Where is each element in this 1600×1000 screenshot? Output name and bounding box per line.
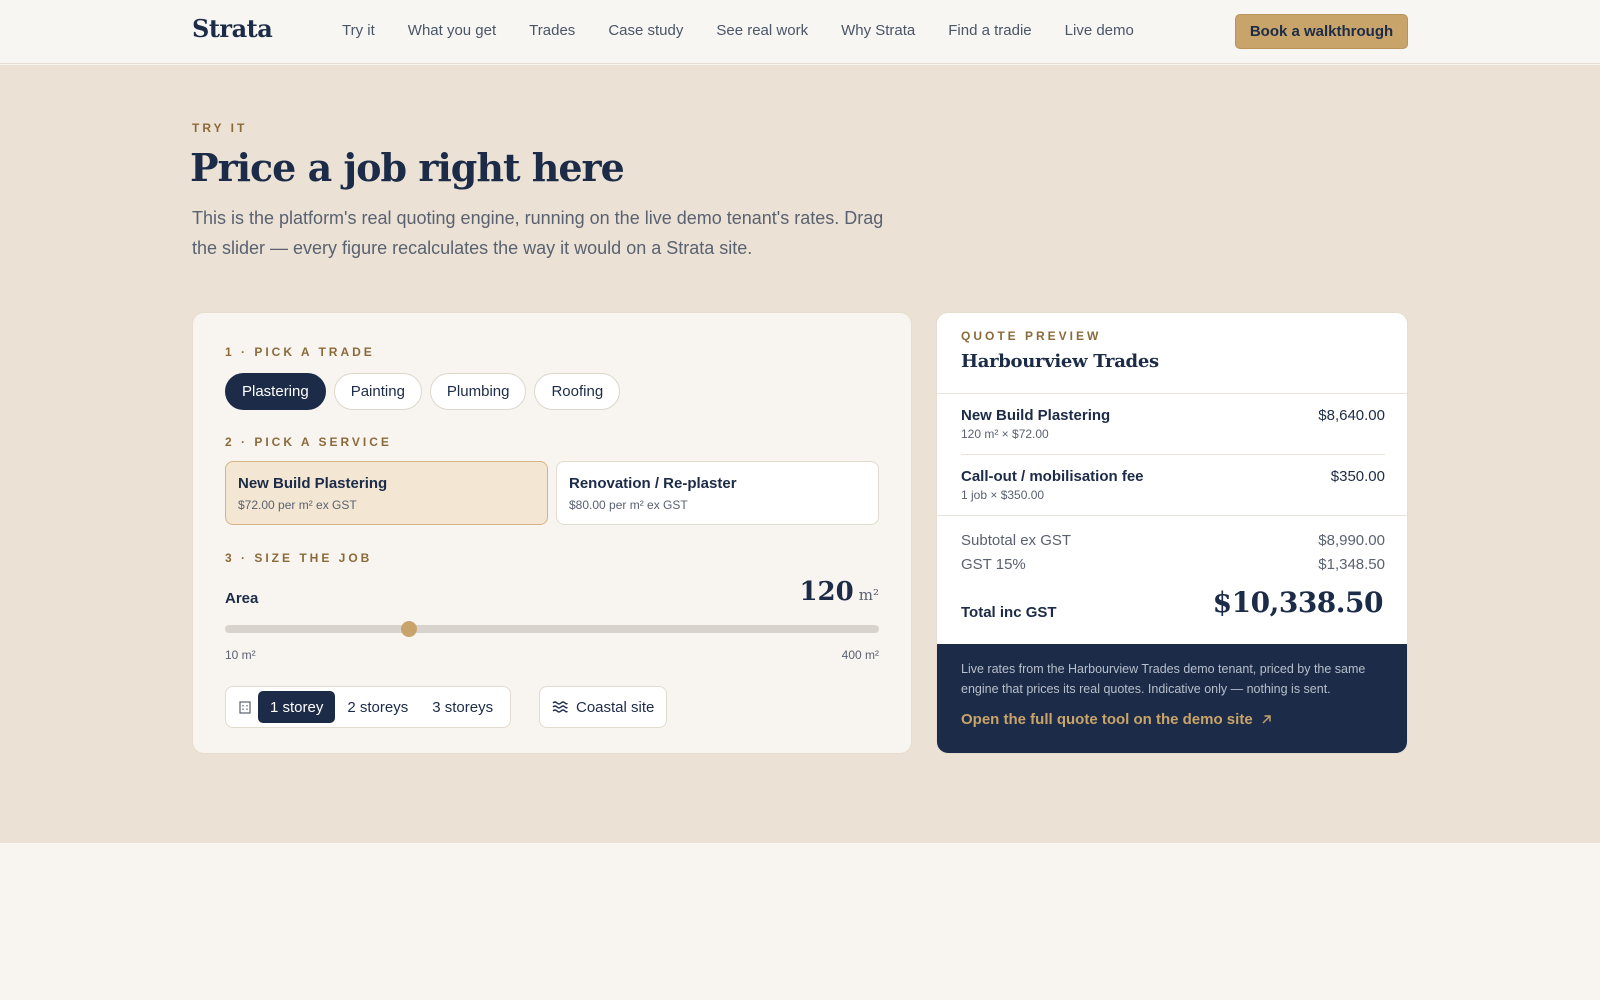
area-min-label: 10 m² (225, 648, 256, 662)
line-item-amount: $350.00 (1330, 468, 1385, 485)
quote-preview-panel: QUOTE PREVIEW Harbourview Trades New Bui… (936, 312, 1408, 754)
step-pick-service-label: 2 · PICK A SERVICE (225, 435, 392, 449)
storey-option-1[interactable]: 1 storey (258, 691, 336, 723)
area-unit: m² (858, 586, 879, 604)
external-arrow-icon (1262, 715, 1271, 724)
line-item-amount: $8,640.00 (1318, 407, 1385, 424)
waves-icon (552, 701, 568, 713)
total-label: Total inc GST (961, 604, 1057, 621)
gst-row: GST 15% $1,348.50 (961, 556, 1385, 573)
coastal-site-toggle[interactable]: Coastal site (539, 686, 668, 728)
step-pick-trade-label: 1 · PICK A TRADE (225, 345, 375, 359)
service-name: New Build Plastering (238, 475, 388, 492)
storey-option-3[interactable]: 3 storeys (420, 691, 505, 723)
line-item-name: Call-out / mobilisation fee (961, 468, 1144, 485)
trade-chip-group: Plastering Painting Plumbing Roofing (225, 373, 621, 410)
section-description: This is the platform's real quoting engi… (192, 208, 884, 258)
section-eyebrow: TRY IT (192, 121, 248, 135)
gst-label: GST 15% (961, 556, 1026, 573)
service-card-renovation[interactable]: Renovation / Re-plaster $80.00 per m² ex… (556, 461, 879, 525)
subtotal-label: Subtotal ex GST (961, 532, 1072, 549)
try-it-section: TRY IT Price a job right here This is th… (0, 65, 1600, 843)
service-card-new-build[interactable]: New Build Plastering $72.00 per m² ex GS… (225, 461, 548, 525)
quote-line-item: Call-out / mobilisation fee 1 job × $350… (961, 468, 1385, 502)
service-rate: $72.00 per m² ex GST (238, 498, 357, 512)
quote-disclaimer: Live rates from the Harbourview Trades d… (961, 662, 1366, 696)
nav-link-what-you-get[interactable]: What you get (408, 22, 496, 39)
quote-company-name: Harbourview Trades (961, 351, 1159, 372)
subtotal-row: Subtotal ex GST $8,990.00 (961, 532, 1385, 549)
area-readout: 120 m² (799, 577, 879, 607)
trade-chip-painting[interactable]: Painting (333, 373, 422, 410)
line-item-detail: 120 m² × $72.00 (961, 427, 1049, 441)
area-slider-track[interactable] (225, 621, 879, 637)
nav-link-case-study[interactable]: Case study (608, 22, 683, 39)
nav-link-why-strata[interactable]: Why Strata (841, 22, 915, 39)
subtotal-amount: $8,990.00 (1318, 532, 1385, 549)
nav-link-live-demo[interactable]: Live demo (1065, 22, 1134, 39)
book-walkthrough-button[interactable]: Book a walkthrough (1235, 14, 1408, 49)
line-item-detail: 1 job × $350.00 (961, 488, 1045, 502)
nav-link-find-a-tradie[interactable]: Find a tradie (948, 22, 1031, 39)
service-name: Renovation / Re-plaster (569, 475, 737, 492)
building-icon (239, 701, 251, 714)
quote-preview-eyebrow: QUOTE PREVIEW (961, 329, 1102, 343)
storey-option-2[interactable]: 2 storeys (335, 691, 420, 723)
storey-selector: 1 storey 2 storeys 3 storeys (225, 686, 512, 728)
trade-chip-plastering[interactable]: Plastering (225, 373, 326, 410)
divider (937, 515, 1407, 516)
main-nav: Try it What you get Trades Case study Se… (342, 22, 1167, 39)
step-size-job-label: 3 · SIZE THE JOB (225, 551, 373, 565)
quote-footer: Live rates from the Harbourview Trades d… (937, 644, 1407, 753)
coastal-site-label: Coastal site (576, 698, 655, 716)
divider (937, 393, 1407, 394)
nav-link-trades[interactable]: Trades (529, 22, 575, 39)
total-amount: $10,338.50 (1212, 586, 1384, 619)
service-rate: $80.00 per m² ex GST (569, 498, 688, 512)
area-value: 120 (799, 577, 854, 607)
divider (961, 454, 1385, 455)
trade-chip-roofing[interactable]: Roofing (534, 373, 621, 410)
open-quote-tool-label: Open the full quote tool on the demo sit… (961, 711, 1253, 728)
quote-builder-panel: 1 · PICK A TRADE Plastering Painting Plu… (192, 312, 912, 754)
trade-chip-plumbing[interactable]: Plumbing (429, 373, 527, 410)
quote-line-item: New Build Plastering 120 m² × $72.00 $8,… (961, 407, 1385, 441)
open-quote-tool-link[interactable]: Open the full quote tool on the demo sit… (961, 711, 1272, 728)
section-title: Price a job right here (190, 145, 625, 190)
top-navigation-bar: Strata Try it What you get Trades Case s… (0, 0, 1600, 64)
area-max-label: 400 m² (841, 648, 879, 662)
page-bottom-band (0, 843, 1600, 1000)
nav-link-see-real-work[interactable]: See real work (716, 22, 808, 39)
area-label: Area (225, 590, 259, 607)
nav-link-try-it[interactable]: Try it (342, 22, 375, 39)
strata-logo[interactable]: Strata (192, 14, 273, 43)
area-slider-handle[interactable] (401, 621, 418, 637)
gst-amount: $1,348.50 (1318, 556, 1385, 573)
